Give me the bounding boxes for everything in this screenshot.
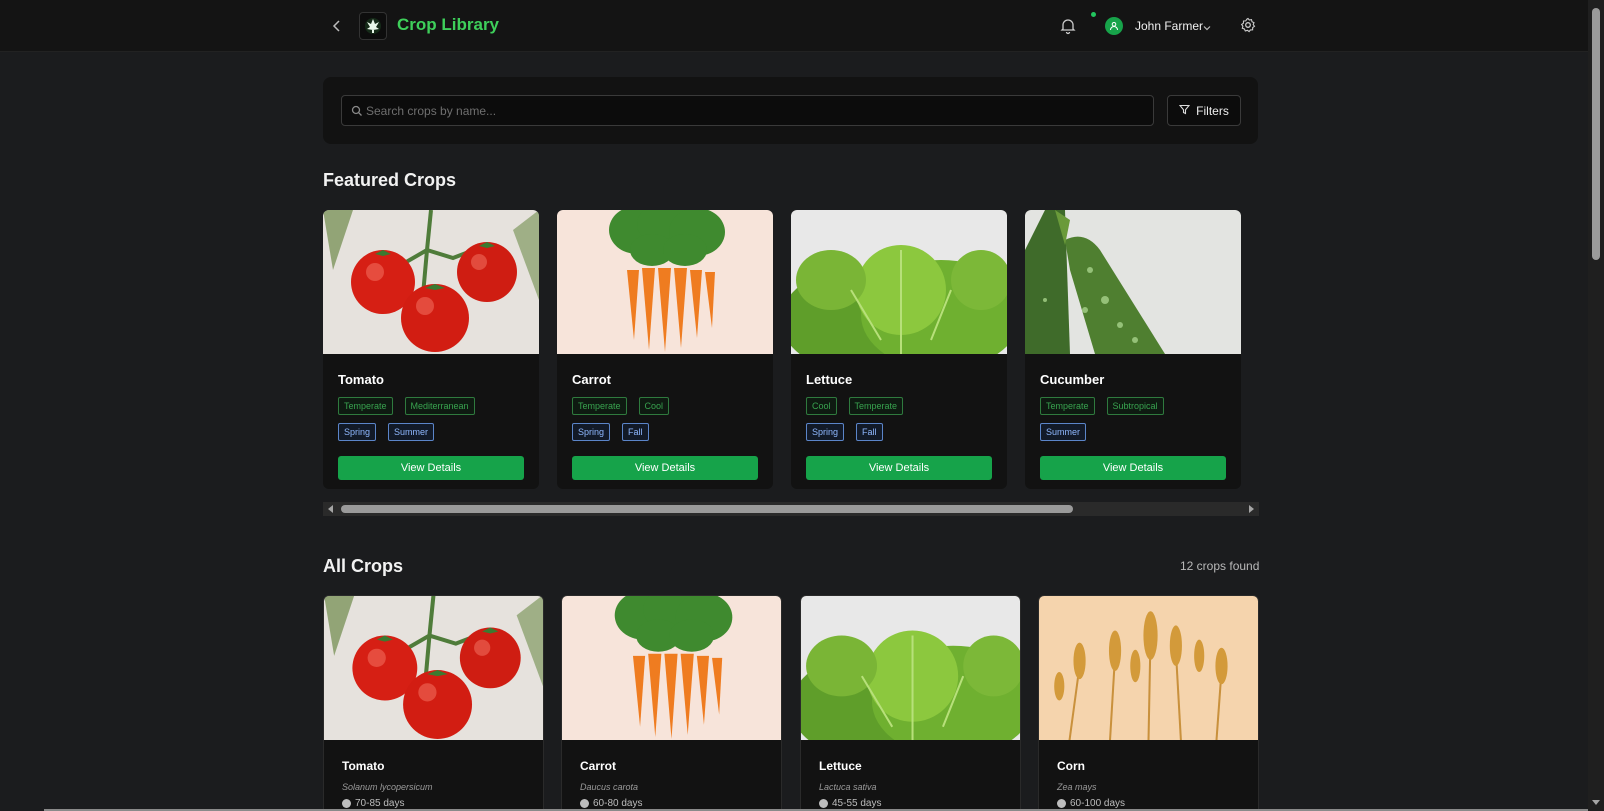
climate-tags: Temperate Mediterranean <box>338 397 475 415</box>
gear-icon[interactable] <box>1240 17 1256 38</box>
crop-card[interactable]: Corn Zea mays 60-100 days <box>1038 595 1259 811</box>
crops-count: 12 crops found <box>1180 559 1260 573</box>
crop-image <box>1039 596 1258 742</box>
search-box[interactable] <box>341 95 1154 126</box>
climate-tags: Cool Temperate <box>806 397 904 415</box>
featured-card: Tomato Temperate Mediterranean Spring Summer… <box>323 210 539 489</box>
crop-name: Lettuce <box>819 759 862 773</box>
featured-card: Carrot Temperate Cool Spring Fall View Detail… <box>557 210 773 489</box>
season-tag: Fall <box>622 423 649 441</box>
growth-days-label: 60-80 days <box>593 798 643 809</box>
season-tags: Spring Summer <box>338 423 435 441</box>
scroll-thumb[interactable] <box>341 505 1073 513</box>
crop-name: Tomato <box>338 372 384 387</box>
growth-days: 60-80 days <box>580 798 642 809</box>
season-tags: Summer <box>1040 423 1087 441</box>
scroll-down-arrow[interactable] <box>1592 800 1600 805</box>
bell-icon[interactable] <box>1060 17 1076 40</box>
climate-tag: Temperate <box>338 397 393 415</box>
all-crops-title: All Crops <box>323 556 404 576</box>
crop-card[interactable]: Carrot Daucus carota 60-80 days <box>561 595 782 811</box>
chevron-down-icon[interactable] <box>1202 20 1212 38</box>
growth-days: 45-55 days <box>819 798 881 809</box>
crop-card[interactable]: Tomato Solanum lycopersicum 70-85 days <box>323 595 544 811</box>
page-scroll-thumb[interactable] <box>1592 8 1600 260</box>
season-tags: Spring Fall <box>572 423 649 441</box>
climate-tag: Subtropical <box>1106 397 1164 415</box>
season-tag: Spring <box>572 423 611 441</box>
clock-icon <box>1057 799 1066 808</box>
filters-button[interactable]: Filters <box>1167 95 1241 126</box>
clock-icon <box>342 799 351 808</box>
top-bar: Crop Library John Farmer <box>0 0 1588 52</box>
notification-dot <box>1091 12 1096 17</box>
scientific-name: Zea mays <box>1057 782 1097 792</box>
scientific-name: Daucus carota <box>580 782 639 792</box>
featured-card: Cucumber Temperate Subtropical Summer View D… <box>1025 210 1241 489</box>
season-tag: Spring <box>806 423 845 441</box>
growth-days-label: 70-85 days <box>355 798 405 809</box>
growth-days-label: 45-55 days <box>832 798 882 809</box>
page-scrollbar[interactable] <box>1588 0 1604 811</box>
crop-name: Lettuce <box>806 372 853 387</box>
climate-tag: Cool <box>806 397 837 415</box>
view-details-button[interactable]: View Details <box>806 456 992 480</box>
season-tag: Fall <box>856 423 883 441</box>
season-tag: Spring <box>338 423 377 441</box>
growth-days: 60-100 days <box>1057 798 1125 809</box>
crop-image <box>557 210 773 354</box>
crop-image <box>324 596 543 741</box>
climate-tag: Temperate <box>848 397 904 415</box>
crop-image <box>791 210 1007 370</box>
season-tag: Summer <box>1040 423 1087 441</box>
crop-name: Cucumber <box>1040 372 1105 387</box>
scroll-left-arrow[interactable] <box>328 505 333 513</box>
view-details-button[interactable]: View Details <box>1040 456 1226 480</box>
back-icon[interactable] <box>327 16 347 36</box>
climate-tags: Temperate Subtropical <box>1040 397 1164 415</box>
growth-days: 70-85 days <box>342 798 404 809</box>
climate-tags: Temperate Cool <box>572 397 670 415</box>
season-tag: Summer <box>388 423 435 441</box>
crop-card[interactable]: Lettuce Lactuca sativa 45-55 days <box>800 595 1021 811</box>
scientific-name: Lactuca sativa <box>819 782 877 792</box>
filters-label: Filters <box>1196 103 1229 118</box>
search-panel: Filters <box>323 77 1258 144</box>
view-details-button[interactable]: View Details <box>338 456 524 480</box>
crop-name: Tomato <box>342 759 385 773</box>
featured-card: Lettuce Cool Temperate Spring Fall View Detai… <box>791 210 1007 489</box>
view-details-button[interactable]: View Details <box>572 456 758 480</box>
search-icon <box>351 104 363 122</box>
growth-days-label: 60-100 days <box>1070 798 1126 809</box>
featured-title: Featured Crops <box>323 170 457 190</box>
search-input[interactable] <box>366 96 1146 125</box>
clock-icon <box>819 799 828 808</box>
crop-name: Carrot <box>580 759 617 773</box>
crop-image <box>801 596 1020 758</box>
climate-tag: Mediterranean <box>404 397 475 415</box>
filter-icon <box>1178 104 1191 118</box>
climate-tag: Cool <box>638 397 670 415</box>
user-name[interactable]: John Farmer <box>1135 19 1203 33</box>
clock-icon <box>580 799 589 808</box>
crop-name: Carrot <box>572 372 612 387</box>
season-tags: Spring Fall <box>806 423 883 441</box>
user-icon[interactable] <box>1105 17 1123 35</box>
logo-icon <box>359 12 387 40</box>
scroll-right-arrow[interactable] <box>1249 505 1254 513</box>
climate-tag: Temperate <box>572 397 627 415</box>
scientific-name: Solanum lycopersicum <box>342 782 433 792</box>
crop-image <box>562 596 781 741</box>
climate-tag: Temperate <box>1040 397 1095 415</box>
horizontal-scrollbar[interactable] <box>323 502 1259 516</box>
crop-image <box>323 210 539 354</box>
crop-name: Corn <box>1057 759 1085 773</box>
crop-image <box>1025 210 1241 354</box>
app-title: Crop Library <box>397 15 500 34</box>
